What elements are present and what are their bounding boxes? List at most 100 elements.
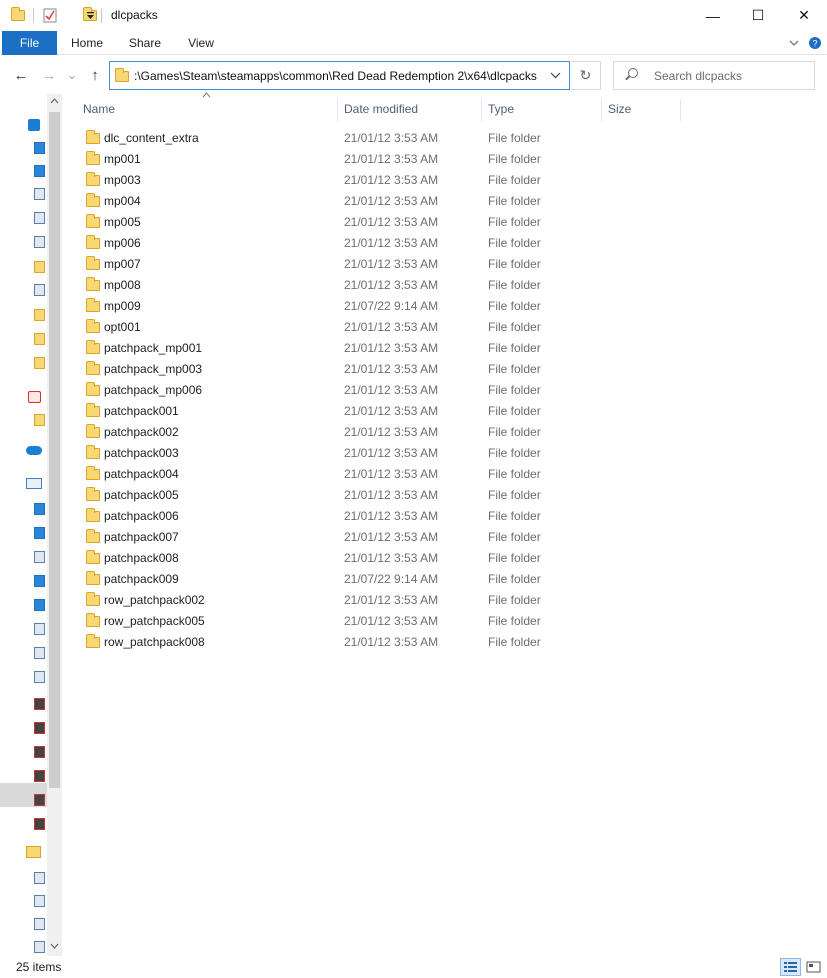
ribbon-expand-icon[interactable] — [789, 39, 799, 47]
documents-icon[interactable] — [34, 284, 45, 296]
file-name[interactable]: patchpack004 — [104, 467, 179, 481]
column-header-size[interactable]: Size — [608, 97, 678, 122]
maximize-button[interactable]: ☐ — [735, 0, 781, 31]
file-row[interactable]: patchpack009 21/07/22 9:14 AM File folder — [62, 569, 827, 590]
details-view-button[interactable] — [780, 958, 801, 976]
file-name[interactable]: row_patchpack008 — [104, 635, 205, 649]
file-name[interactable]: patchpack003 — [104, 446, 179, 460]
file-row[interactable]: opt001 21/01/12 3:53 AM File folder — [62, 317, 827, 338]
file-name[interactable]: patchpack005 — [104, 488, 179, 502]
file-name[interactable]: patchpack007 — [104, 530, 179, 544]
file-name[interactable]: mp009 — [104, 299, 141, 313]
music-icon[interactable] — [34, 599, 45, 611]
nav-pane-scroll-thumb[interactable] — [49, 112, 60, 788]
file-row[interactable]: patchpack006 21/01/12 3:53 AM File folder — [62, 506, 827, 527]
tab-share[interactable]: Share — [120, 31, 170, 55]
desktop-icon[interactable] — [34, 142, 45, 154]
address-path[interactable]: :\Games\Steam\steamapps\common\Red Dead … — [134, 69, 537, 83]
file-row[interactable]: mp004 21/01/12 3:53 AM File folder — [62, 191, 827, 212]
file-name[interactable]: mp007 — [104, 257, 141, 271]
large-icons-view-button[interactable] — [803, 958, 824, 976]
file-row[interactable]: patchpack007 21/01/12 3:53 AM File folder — [62, 527, 827, 548]
tab-home[interactable]: Home — [62, 31, 112, 55]
column-header-type[interactable]: Type — [488, 97, 598, 122]
column-divider[interactable] — [337, 99, 338, 121]
properties-icon[interactable] — [43, 8, 57, 23]
drive-icon[interactable] — [34, 722, 45, 734]
file-row[interactable]: mp001 21/01/12 3:53 AM File folder — [62, 149, 827, 170]
file-name[interactable]: row_patchpack005 — [104, 614, 205, 628]
folder-icon[interactable] — [34, 414, 45, 426]
file-name[interactable]: patchpack001 — [104, 404, 179, 418]
minimize-button[interactable]: — — [690, 0, 736, 31]
file-row[interactable]: patchpack002 21/01/12 3:53 AM File folder — [62, 422, 827, 443]
file-row[interactable]: patchpack001 21/01/12 3:53 AM File folder — [62, 401, 827, 422]
network-computer-icon[interactable] — [34, 941, 45, 953]
file-name[interactable]: opt001 — [104, 320, 141, 334]
column-divider[interactable] — [601, 99, 602, 121]
up-button[interactable]: ↑ — [84, 64, 106, 86]
file-row[interactable]: patchpack008 21/01/12 3:53 AM File folder — [62, 548, 827, 569]
column-header-name[interactable]: Name — [83, 97, 335, 122]
libraries-icon[interactable] — [26, 846, 41, 858]
recent-locations-button[interactable]: ⌄ — [64, 64, 80, 86]
file-row[interactable]: mp007 21/01/12 3:53 AM File folder — [62, 254, 827, 275]
file-name[interactable]: dlc_content_extra — [104, 131, 199, 145]
network-drive-icon[interactable] — [34, 212, 45, 224]
file-row[interactable]: mp006 21/01/12 3:53 AM File folder — [62, 233, 827, 254]
file-row[interactable]: mp008 21/01/12 3:53 AM File folder — [62, 275, 827, 296]
file-name[interactable]: patchpack_mp003 — [104, 362, 202, 376]
column-divider[interactable] — [481, 99, 482, 121]
file-name[interactable]: mp006 — [104, 236, 141, 250]
documents-icon[interactable] — [34, 551, 45, 563]
creative-cloud-icon[interactable] — [28, 391, 41, 403]
folder-icon[interactable] — [34, 309, 45, 321]
drive-icon[interactable] — [34, 794, 45, 806]
drive-icon[interactable] — [34, 770, 45, 782]
tab-file[interactable]: File — [2, 31, 57, 55]
network-computer-icon[interactable] — [34, 918, 45, 930]
scroll-down-icon[interactable] — [50, 943, 59, 949]
file-name[interactable]: patchpack006 — [104, 509, 179, 523]
file-name[interactable]: mp003 — [104, 173, 141, 187]
forward-button[interactable]: → — [38, 64, 60, 86]
file-name[interactable]: patchpack_mp006 — [104, 383, 202, 397]
refresh-button[interactable]: ↻ — [571, 61, 601, 90]
file-row[interactable]: patchpack003 21/01/12 3:53 AM File folder — [62, 443, 827, 464]
file-row[interactable]: patchpack_mp003 21/01/12 3:53 AM File fold… — [62, 359, 827, 380]
search-input[interactable]: Search dlcpacks — [654, 69, 742, 83]
file-row[interactable]: mp003 21/01/12 3:53 AM File folder — [62, 170, 827, 191]
network-computer-icon[interactable] — [34, 895, 45, 907]
column-divider[interactable] — [680, 99, 681, 121]
file-name[interactable]: mp008 — [104, 278, 141, 292]
file-name[interactable]: patchpack_mp001 — [104, 341, 202, 355]
tab-view[interactable]: View — [176, 31, 226, 55]
file-row[interactable]: row_patchpack008 21/01/12 3:53 AM File fol… — [62, 632, 827, 653]
local-disk-icon[interactable] — [34, 671, 45, 683]
folder-icon[interactable] — [34, 261, 45, 273]
address-bar[interactable]: :\Games\Steam\steamapps\common\Red Dead … — [109, 61, 570, 90]
file-row[interactable]: dlc_content_extra 21/01/12 3:53 AM File fo… — [62, 128, 827, 149]
pictures-icon[interactable] — [34, 623, 45, 635]
file-name[interactable]: patchpack009 — [104, 572, 179, 586]
pictures-icon[interactable] — [34, 236, 45, 248]
back-button[interactable]: ← — [10, 64, 32, 86]
desktop-icon[interactable] — [34, 527, 45, 539]
file-name[interactable]: patchpack008 — [104, 551, 179, 565]
file-row[interactable]: mp009 21/07/22 9:14 AM File folder — [62, 296, 827, 317]
quick-access-star-icon[interactable] — [28, 119, 40, 131]
drive-icon[interactable] — [34, 698, 45, 710]
file-name[interactable]: mp001 — [104, 152, 141, 166]
downloads-icon[interactable] — [34, 165, 45, 177]
drive-icon[interactable] — [34, 818, 45, 830]
this-pc-icon[interactable] — [26, 478, 42, 489]
folder-icon[interactable] — [34, 333, 45, 345]
file-row[interactable]: patchpack005 21/01/12 3:53 AM File folder — [62, 485, 827, 506]
file-row[interactable]: patchpack_mp006 21/01/12 3:53 AM File fold… — [62, 380, 827, 401]
column-header-date[interactable]: Date modified — [344, 97, 480, 122]
file-name[interactable]: patchpack002 — [104, 425, 179, 439]
drive-icon[interactable] — [34, 746, 45, 758]
help-icon[interactable]: ? — [808, 36, 822, 50]
network-computer-icon[interactable] — [34, 872, 45, 884]
qat-customize-icon[interactable] — [86, 11, 95, 20]
